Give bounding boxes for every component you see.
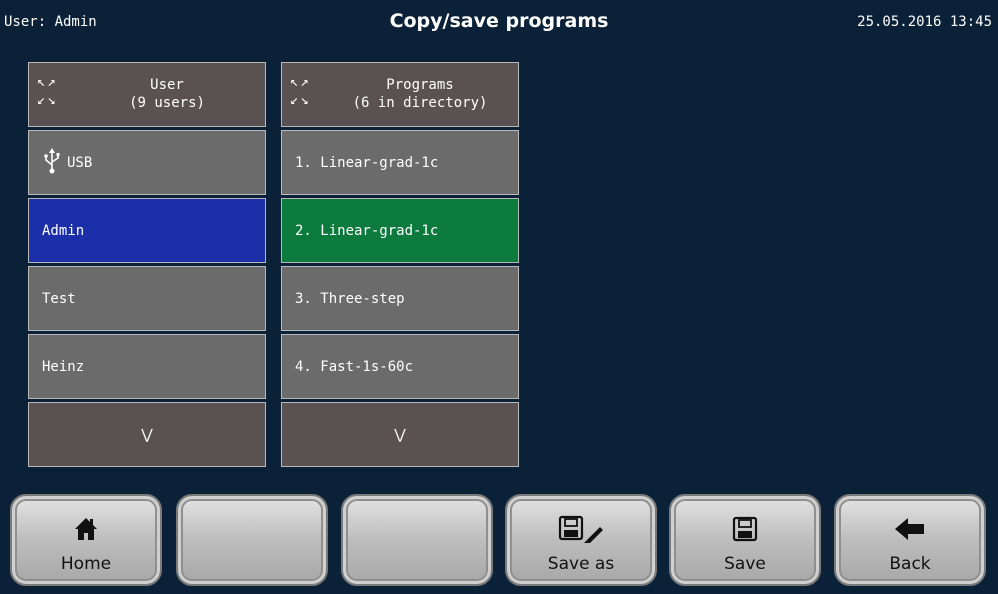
user-list-header-text: User (9 users)	[69, 76, 265, 112]
back-button-label: Back	[889, 554, 931, 574]
user-item-label: Heinz	[42, 358, 85, 375]
program-list-title: Programs	[386, 77, 454, 93]
program-count: (6 in directory)	[352, 95, 488, 111]
user-item-heinz[interactable]: Heinz	[28, 334, 266, 399]
program-item-2[interactable]: 2. Linear-grad-1c	[281, 198, 519, 263]
save-button[interactable]: Save	[669, 494, 821, 586]
user-item-label: Test	[42, 290, 76, 307]
back-arrow-icon	[836, 516, 984, 542]
program-item-label: 2. Linear-grad-1c	[295, 222, 439, 239]
save-as-icon	[507, 515, 655, 543]
chevron-double-down-icon: ⋁	[394, 426, 406, 443]
save-button-label: Save	[724, 554, 766, 574]
user-item-usb[interactable]: USB	[28, 130, 266, 195]
user-list-header[interactable]: ↖↗ ↙↘ User (9 users)	[28, 62, 266, 127]
user-count: (9 users)	[129, 95, 205, 111]
expand-icon: ↖↗ ↙↘	[37, 74, 58, 108]
program-list-header-text: Programs (6 in directory)	[322, 76, 518, 112]
empty-button-2[interactable]	[341, 494, 493, 586]
user-scroll-down-button[interactable]: ⋁	[28, 402, 266, 467]
page-title: Copy/save programs	[389, 10, 609, 32]
usb-icon	[43, 147, 61, 178]
program-item-label: 1. Linear-grad-1c	[295, 154, 439, 171]
program-item-3[interactable]: 3. Three-step	[281, 266, 519, 331]
back-button[interactable]: Back	[834, 494, 986, 586]
floppy-disk-icon	[671, 516, 819, 542]
chevron-double-down-icon: ⋁	[141, 426, 153, 443]
program-list-header[interactable]: ↖↗ ↙↘ Programs (6 in directory)	[281, 62, 519, 127]
user-item-test[interactable]: Test	[28, 266, 266, 331]
program-item-1[interactable]: 1. Linear-grad-1c	[281, 130, 519, 195]
program-item-4[interactable]: 4. Fast-1s-60c	[281, 334, 519, 399]
title-bar: User: Admin Copy/save programs 25.05.201…	[0, 0, 998, 48]
home-icon	[12, 516, 160, 542]
bottom-toolbar: Home Save as Save Back	[0, 486, 998, 594]
program-item-label: 3. Three-step	[295, 290, 405, 307]
user-item-admin[interactable]: Admin	[28, 198, 266, 263]
home-button[interactable]: Home	[10, 494, 162, 586]
user-item-label: USB	[67, 154, 93, 171]
user-item-label: Admin	[42, 222, 85, 239]
home-button-label: Home	[60, 554, 112, 574]
save-as-button[interactable]: Save as	[505, 494, 657, 586]
program-item-label: 4. Fast-1s-60c	[295, 358, 414, 375]
program-scroll-down-button[interactable]: ⋁	[281, 402, 519, 467]
save-as-button-label: Save as	[547, 554, 615, 574]
empty-button-1[interactable]	[176, 494, 328, 586]
expand-icon: ↖↗ ↙↘	[290, 74, 311, 108]
user-list-title: User	[150, 77, 184, 93]
date-time: 25.05.2016 13:45	[857, 14, 992, 30]
